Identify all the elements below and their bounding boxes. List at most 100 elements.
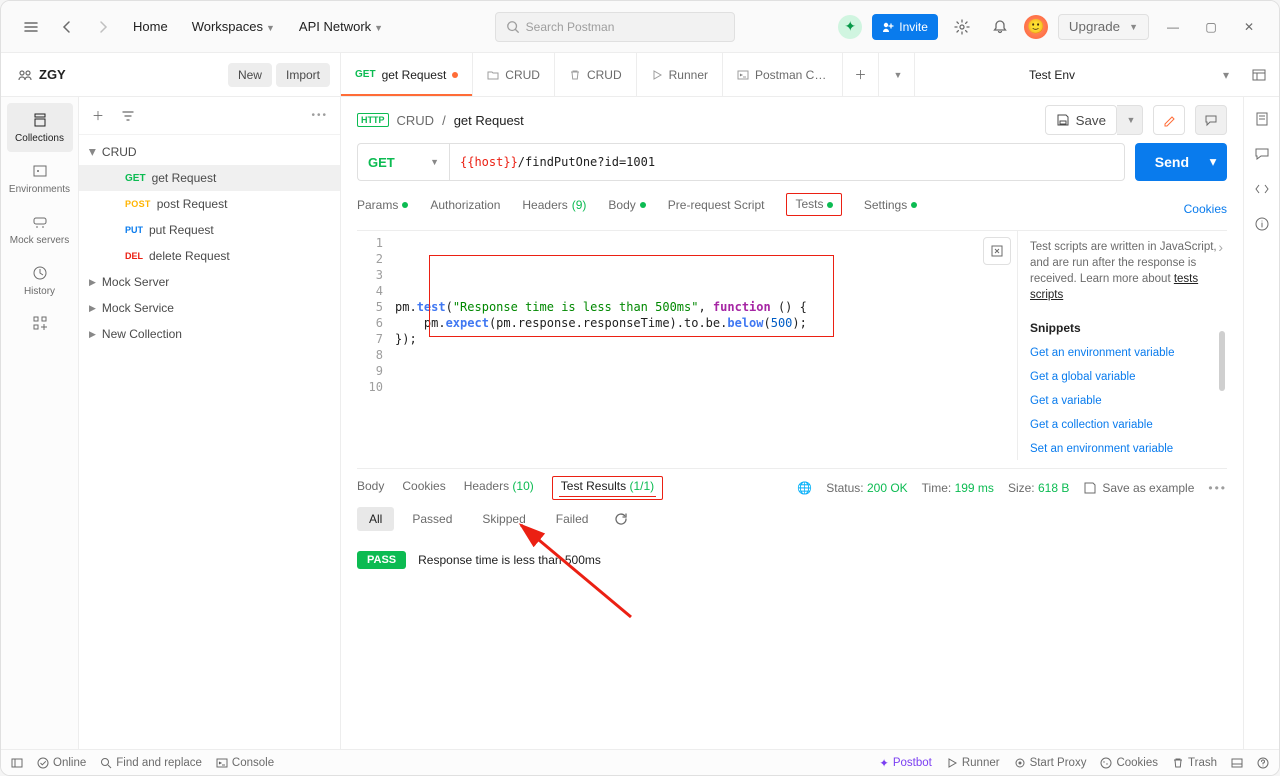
environment-quicklook-icon[interactable] [1239,53,1279,96]
reqtab-params[interactable]: Params [357,198,408,220]
footer-online[interactable]: Online [37,757,86,769]
tree-item-get[interactable]: GETget Request [79,165,340,191]
footer-cookies[interactable]: Cookies [1100,757,1158,769]
user-avatar[interactable]: 🙂 [1024,15,1048,39]
filter-skipped[interactable]: Skipped [470,507,537,531]
hamburger-icon[interactable] [17,13,45,41]
rail-more[interactable] [7,307,73,339]
nav-workspaces[interactable]: Workspaces▼ [184,15,283,38]
invite-button[interactable]: Invite [872,14,938,40]
more-icon[interactable]: ••• [1208,481,1227,495]
reqtab-body[interactable]: Body [608,198,645,220]
notifications-icon[interactable] [986,13,1014,41]
rail-collections[interactable]: Collections [7,103,73,152]
footer-panel-icon[interactable] [11,757,23,769]
rail-mockservers[interactable]: Mock servers [7,205,73,254]
new-button[interactable]: New [228,63,272,87]
filter-icon[interactable] [115,103,141,129]
more-icon[interactable]: ••• [305,110,334,121]
reqtab-tests[interactable]: Tests [786,193,841,224]
tree-folder-mockserver[interactable]: ▶Mock Server [79,269,340,295]
filter-failed[interactable]: Failed [544,507,601,531]
new-tab-button[interactable]: ＋ [843,53,879,96]
snippet-link[interactable]: Get an environment variable [1030,347,1217,359]
tree-folder-crud[interactable]: ▶CRUD [79,139,340,165]
tab-label: get Request [382,68,447,82]
team-avatar[interactable]: ✦ [838,15,862,39]
rail-history[interactable]: History [7,256,73,305]
snippet-link[interactable]: Get a global variable [1030,371,1217,383]
annotation-arrow [501,517,651,637]
nav-api-network[interactable]: API Network▼ [291,15,391,38]
tab-crud-folder[interactable]: CRUD [473,53,555,96]
filter-all[interactable]: All [357,507,394,531]
send-drop[interactable]: ▾ [1199,143,1227,181]
edit-icon[interactable] [1153,105,1185,135]
resptab-cookies[interactable]: Cookies [402,479,445,497]
docs-icon[interactable] [1254,111,1270,130]
method-select[interactable]: GET▼ [357,143,449,181]
filter-passed[interactable]: Passed [400,507,464,531]
save-button[interactable]: Save [1045,105,1117,135]
footer-startproxy[interactable]: Start Proxy [1014,757,1087,769]
reqtab-prereq[interactable]: Pre-request Script [668,198,765,220]
footer-layout-icon[interactable] [1231,757,1243,769]
rail-environments[interactable]: Environments [7,154,73,203]
send-button[interactable]: Send [1135,143,1209,181]
resptab-testresults[interactable]: Test Results (1/1) [552,479,663,497]
tree-item-put[interactable]: PUTput Request [79,217,340,243]
reqtab-settings[interactable]: Settings [864,198,917,220]
reqtab-headers[interactable]: Headers (9) [522,198,586,220]
tree-item-del[interactable]: DELdelete Request [79,243,340,269]
cookies-link[interactable]: Cookies [1184,202,1227,216]
window-close-icon[interactable]: ✕ [1235,13,1263,41]
url-input[interactable]: {{host}}/findPutOne?id=1001 [449,143,1125,181]
comment-icon[interactable] [1195,105,1227,135]
tab-cli[interactable]: Postman CLI Configu [723,53,843,96]
breadcrumb-folder[interactable]: CRUD [397,113,435,128]
nav-home[interactable]: Home [125,15,176,38]
tab-runner[interactable]: Runner [637,53,723,96]
window-maximize-icon[interactable]: ▢ [1197,13,1225,41]
comment-icon[interactable] [1254,146,1270,165]
footer-help-icon[interactable] [1257,757,1269,769]
code-editor[interactable]: pm.test("Response time is less than 500m… [391,231,1017,460]
tree-item-post[interactable]: POSTpost Request [79,191,340,217]
reqtab-auth[interactable]: Authorization [430,198,500,220]
chevron-right-icon[interactable]: › [1218,239,1223,255]
resptab-headers[interactable]: Headers (10) [464,479,534,497]
back-icon[interactable] [53,13,81,41]
globe-icon[interactable]: 🌐 [797,481,812,495]
footer-trash[interactable]: Trash [1172,757,1217,769]
tab-get-request[interactable]: GET get Request [341,53,473,96]
save-example-button[interactable]: Save as example [1083,481,1194,495]
settings-icon[interactable] [948,13,976,41]
forward-icon[interactable] [89,13,117,41]
snippet-link[interactable]: Get a collection variable [1030,419,1217,431]
footer-runner[interactable]: Runner [946,757,1000,769]
upgrade-button[interactable]: Upgrade▼ [1058,14,1149,40]
footer-console[interactable]: Console [216,757,274,769]
save-drop[interactable]: ▼ [1117,105,1143,135]
import-button[interactable]: Import [276,63,330,87]
search-input[interactable]: Search Postman [495,12,735,42]
tab-crud-trash[interactable]: CRUD [555,53,637,96]
test-result-row: PASS Response time is less than 500ms [357,551,1227,569]
refresh-icon[interactable] [610,512,632,526]
tree-folder-newcollection[interactable]: ▶New Collection [79,321,340,347]
tab-drop-button[interactable]: ▼ [879,53,915,96]
scrollbar[interactable] [1219,331,1225,391]
add-icon[interactable]: ＋ [85,103,111,129]
resptab-body[interactable]: Body [357,479,384,497]
footer-postbot[interactable]: ✦ Postbot [879,756,932,770]
code-icon[interactable] [1254,181,1270,200]
environment-selector[interactable]: Test Env ▾ [1019,53,1239,96]
window-minimize-icon[interactable]: — [1159,13,1187,41]
footer-find[interactable]: Find and replace [100,757,202,769]
info-icon[interactable] [1254,216,1270,235]
workspace-name[interactable]: ZGY [17,67,66,83]
code-tools-icon[interactable] [983,237,1011,265]
snippet-link[interactable]: Set an environment variable [1030,443,1217,455]
snippet-link[interactable]: Get a variable [1030,395,1217,407]
tree-folder-mockservice[interactable]: ▶Mock Service [79,295,340,321]
